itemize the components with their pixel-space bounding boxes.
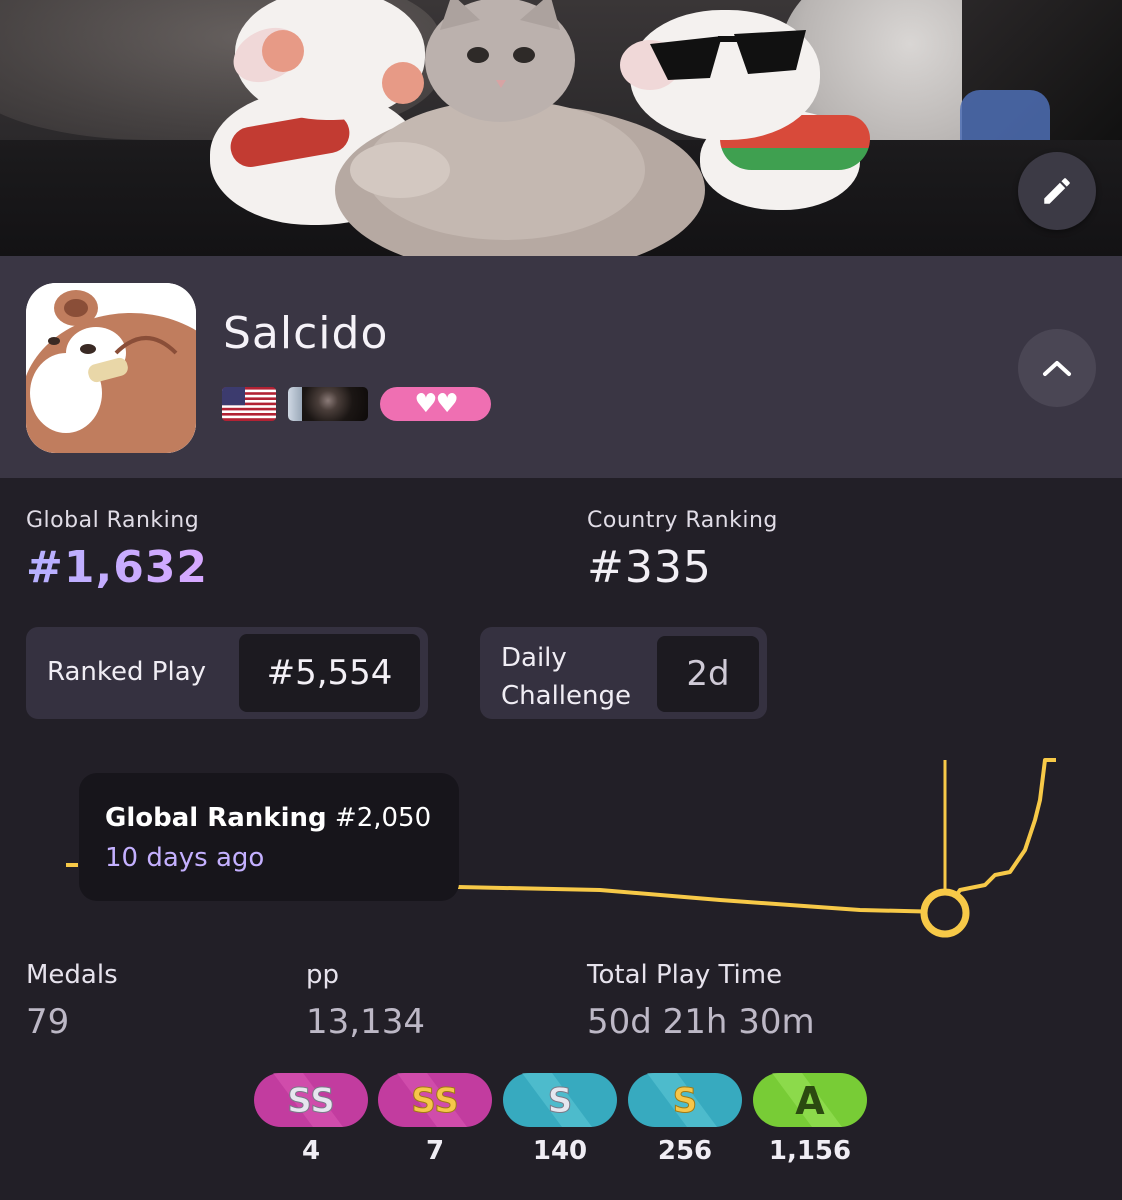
daily-challenge-label-line1: Daily: [501, 643, 567, 673]
heart-icon: ♥♥: [414, 389, 459, 419]
ranked-play-label: Ranked Play: [47, 657, 207, 687]
svg-text:SS: SS: [411, 1081, 458, 1121]
pp-value: 13,134: [306, 1002, 425, 1042]
svg-text:A: A: [795, 1079, 825, 1123]
team-flag-icon[interactable]: [288, 387, 368, 421]
grade-sh-icon: S: [503, 1073, 617, 1127]
grade-sh-count: 140: [532, 1136, 588, 1166]
tooltip-value: #2,050: [334, 803, 432, 833]
chevron-up-icon: [1043, 361, 1071, 376]
global-ranking-value: #1,632: [26, 542, 209, 593]
profile-header: Salcido ♥♥: [0, 256, 1122, 478]
grade-a-count: 1,156: [768, 1136, 852, 1166]
us-flag-icon[interactable]: [222, 387, 276, 421]
graph-hover-point: [920, 888, 970, 938]
ranked-play-box[interactable]: Ranked Play #5,554: [26, 627, 428, 719]
cat-photo: [335, 0, 705, 256]
cover-image: [0, 0, 1122, 256]
medals-label: Medals: [26, 960, 118, 990]
ranked-play-value: #5,554: [239, 634, 420, 712]
edit-cover-button[interactable]: [1018, 152, 1096, 230]
grade-a-icon: A: [753, 1073, 867, 1127]
svg-text:SS: SS: [287, 1081, 334, 1121]
avatar[interactable]: [26, 283, 196, 453]
country-ranking-value: #335: [587, 542, 712, 593]
daily-challenge-box[interactable]: Daily Challenge 2d: [480, 627, 767, 719]
graph-tooltip: Global Ranking #2,050 10 days ago: [79, 773, 459, 901]
svg-text:S: S: [673, 1081, 698, 1121]
tooltip-time: 10 days ago: [105, 843, 265, 873]
country-ranking-label: Country Ranking: [587, 508, 778, 533]
pp-label: pp: [306, 960, 340, 990]
medals-value: 79: [26, 1002, 70, 1042]
daily-challenge-label-line2: Challenge: [501, 681, 631, 711]
collapse-button[interactable]: [1018, 329, 1096, 407]
playtime-value: 50d 21h 30m: [587, 1002, 815, 1042]
tooltip-title: Global Ranking #2,050: [105, 803, 431, 833]
global-ranking-label: Global Ranking: [26, 508, 200, 533]
supporter-badge[interactable]: ♥♥: [380, 387, 491, 421]
bear-avatar-icon: [26, 283, 196, 453]
grade-s-count: 256: [657, 1136, 713, 1166]
daily-challenge-label: Daily Challenge: [501, 639, 631, 715]
grade-ssh-count: 4: [301, 1136, 321, 1166]
svg-text:S: S: [548, 1081, 573, 1121]
plush-left-blush-1: [262, 30, 304, 72]
grade-ss-icon: SS: [378, 1073, 492, 1127]
daily-challenge-value: 2d: [657, 636, 759, 712]
pencil-icon: [1044, 178, 1070, 204]
grade-s-icon: S: [628, 1073, 742, 1127]
username: Salcido: [223, 308, 389, 359]
grade-ssh-icon: SS: [254, 1073, 368, 1127]
grade-ss-count: 7: [425, 1136, 445, 1166]
playtime-label: Total Play Time: [587, 960, 783, 990]
graph-line: [457, 758, 1056, 914]
tooltip-label: Global Ranking: [105, 803, 327, 833]
